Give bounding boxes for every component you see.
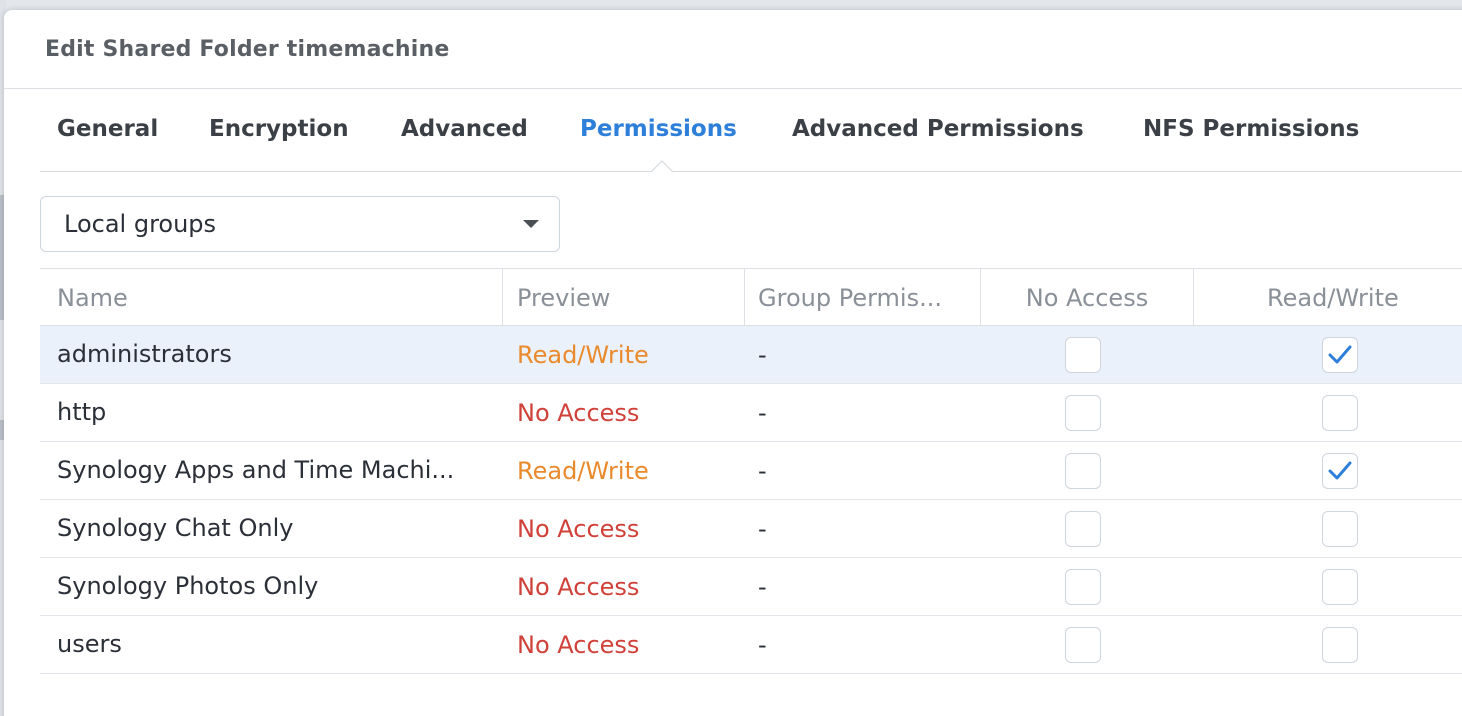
tab-permissions[interactable]: Permissions <box>580 116 737 142</box>
row-group-permission: - <box>758 572 767 601</box>
row-name: users <box>57 630 122 658</box>
row-group-permission: - <box>758 398 767 427</box>
permissions-table: Name Preview Group Permis... No Access R… <box>40 268 1462 674</box>
row-name: Synology Apps and Time Machi... <box>57 456 455 484</box>
row-preview-status: Read/Write <box>517 456 649 485</box>
read-write-checkbox[interactable] <box>1322 453 1358 489</box>
checkmark-icon <box>1328 345 1352 364</box>
row-group-permission: - <box>758 340 767 369</box>
tab-advanced[interactable]: Advanced <box>401 116 528 142</box>
row-preview-status: Read/Write <box>517 340 649 369</box>
read-write-checkbox[interactable] <box>1322 569 1358 605</box>
tab-nfs-permissions[interactable]: NFS Permissions <box>1143 116 1359 142</box>
row-name: Synology Photos Only <box>57 572 319 600</box>
row-preview-status: No Access <box>517 630 640 659</box>
read-write-checkbox[interactable] <box>1322 511 1358 547</box>
column-header-name[interactable]: Name <box>40 269 503 326</box>
read-write-checkbox[interactable] <box>1322 627 1358 663</box>
table-row[interactable]: administrators Read/Write - <box>40 326 1462 384</box>
no-access-checkbox[interactable] <box>1065 511 1101 547</box>
no-access-checkbox[interactable] <box>1065 395 1101 431</box>
group-type-select[interactable]: Local groups <box>40 196 560 252</box>
table-header: Name Preview Group Permis... No Access R… <box>40 268 1462 326</box>
column-header-no-access[interactable]: No Access <box>981 269 1194 326</box>
column-header-group-permissions[interactable]: Group Permis... <box>745 269 981 326</box>
no-access-checkbox[interactable] <box>1065 337 1101 373</box>
row-preview-status: No Access <box>517 514 640 543</box>
dialog-titlebar[interactable]: Edit Shared Folder timemachine <box>4 10 1462 89</box>
no-access-checkbox[interactable] <box>1065 453 1101 489</box>
table-row[interactable]: http No Access - <box>40 384 1462 442</box>
dialog-title: Edit Shared Folder timemachine <box>45 36 450 62</box>
column-header-read-write[interactable]: Read/Write <box>1194 269 1462 326</box>
tab-general[interactable]: General <box>57 116 158 142</box>
row-group-permission: - <box>758 630 767 659</box>
row-name: Synology Chat Only <box>57 514 294 542</box>
table-row[interactable]: users No Access - <box>40 616 1462 674</box>
table-row[interactable]: Synology Chat Only No Access - <box>40 500 1462 558</box>
checkmark-icon <box>1328 461 1352 480</box>
row-name: administrators <box>57 340 232 368</box>
row-group-permission: - <box>758 456 767 485</box>
active-tab-indicator <box>651 160 673 172</box>
tab-encryption[interactable]: Encryption <box>209 116 349 142</box>
read-write-checkbox[interactable] <box>1322 395 1358 431</box>
row-preview-status: No Access <box>517 572 640 601</box>
read-write-checkbox[interactable] <box>1322 337 1358 373</box>
chevron-down-icon[interactable] <box>523 220 539 228</box>
table-row[interactable]: Synology Photos Only No Access - <box>40 558 1462 616</box>
column-header-preview[interactable]: Preview <box>503 269 745 326</box>
row-group-permission: - <box>758 514 767 543</box>
tab-bar: General Encryption Advanced Permissions … <box>40 80 1462 172</box>
no-access-checkbox[interactable] <box>1065 627 1101 663</box>
tab-advanced-permissions[interactable]: Advanced Permissions <box>792 116 1084 142</box>
row-name: http <box>57 398 107 426</box>
row-preview-status: No Access <box>517 398 640 427</box>
group-type-select-value: Local groups <box>64 210 217 238</box>
table-body: administrators Read/Write - http No Access - S… <box>40 326 1462 674</box>
no-access-checkbox[interactable] <box>1065 569 1101 605</box>
table-row[interactable]: Synology Apps and Time Machi... Read/Writ… <box>40 442 1462 500</box>
